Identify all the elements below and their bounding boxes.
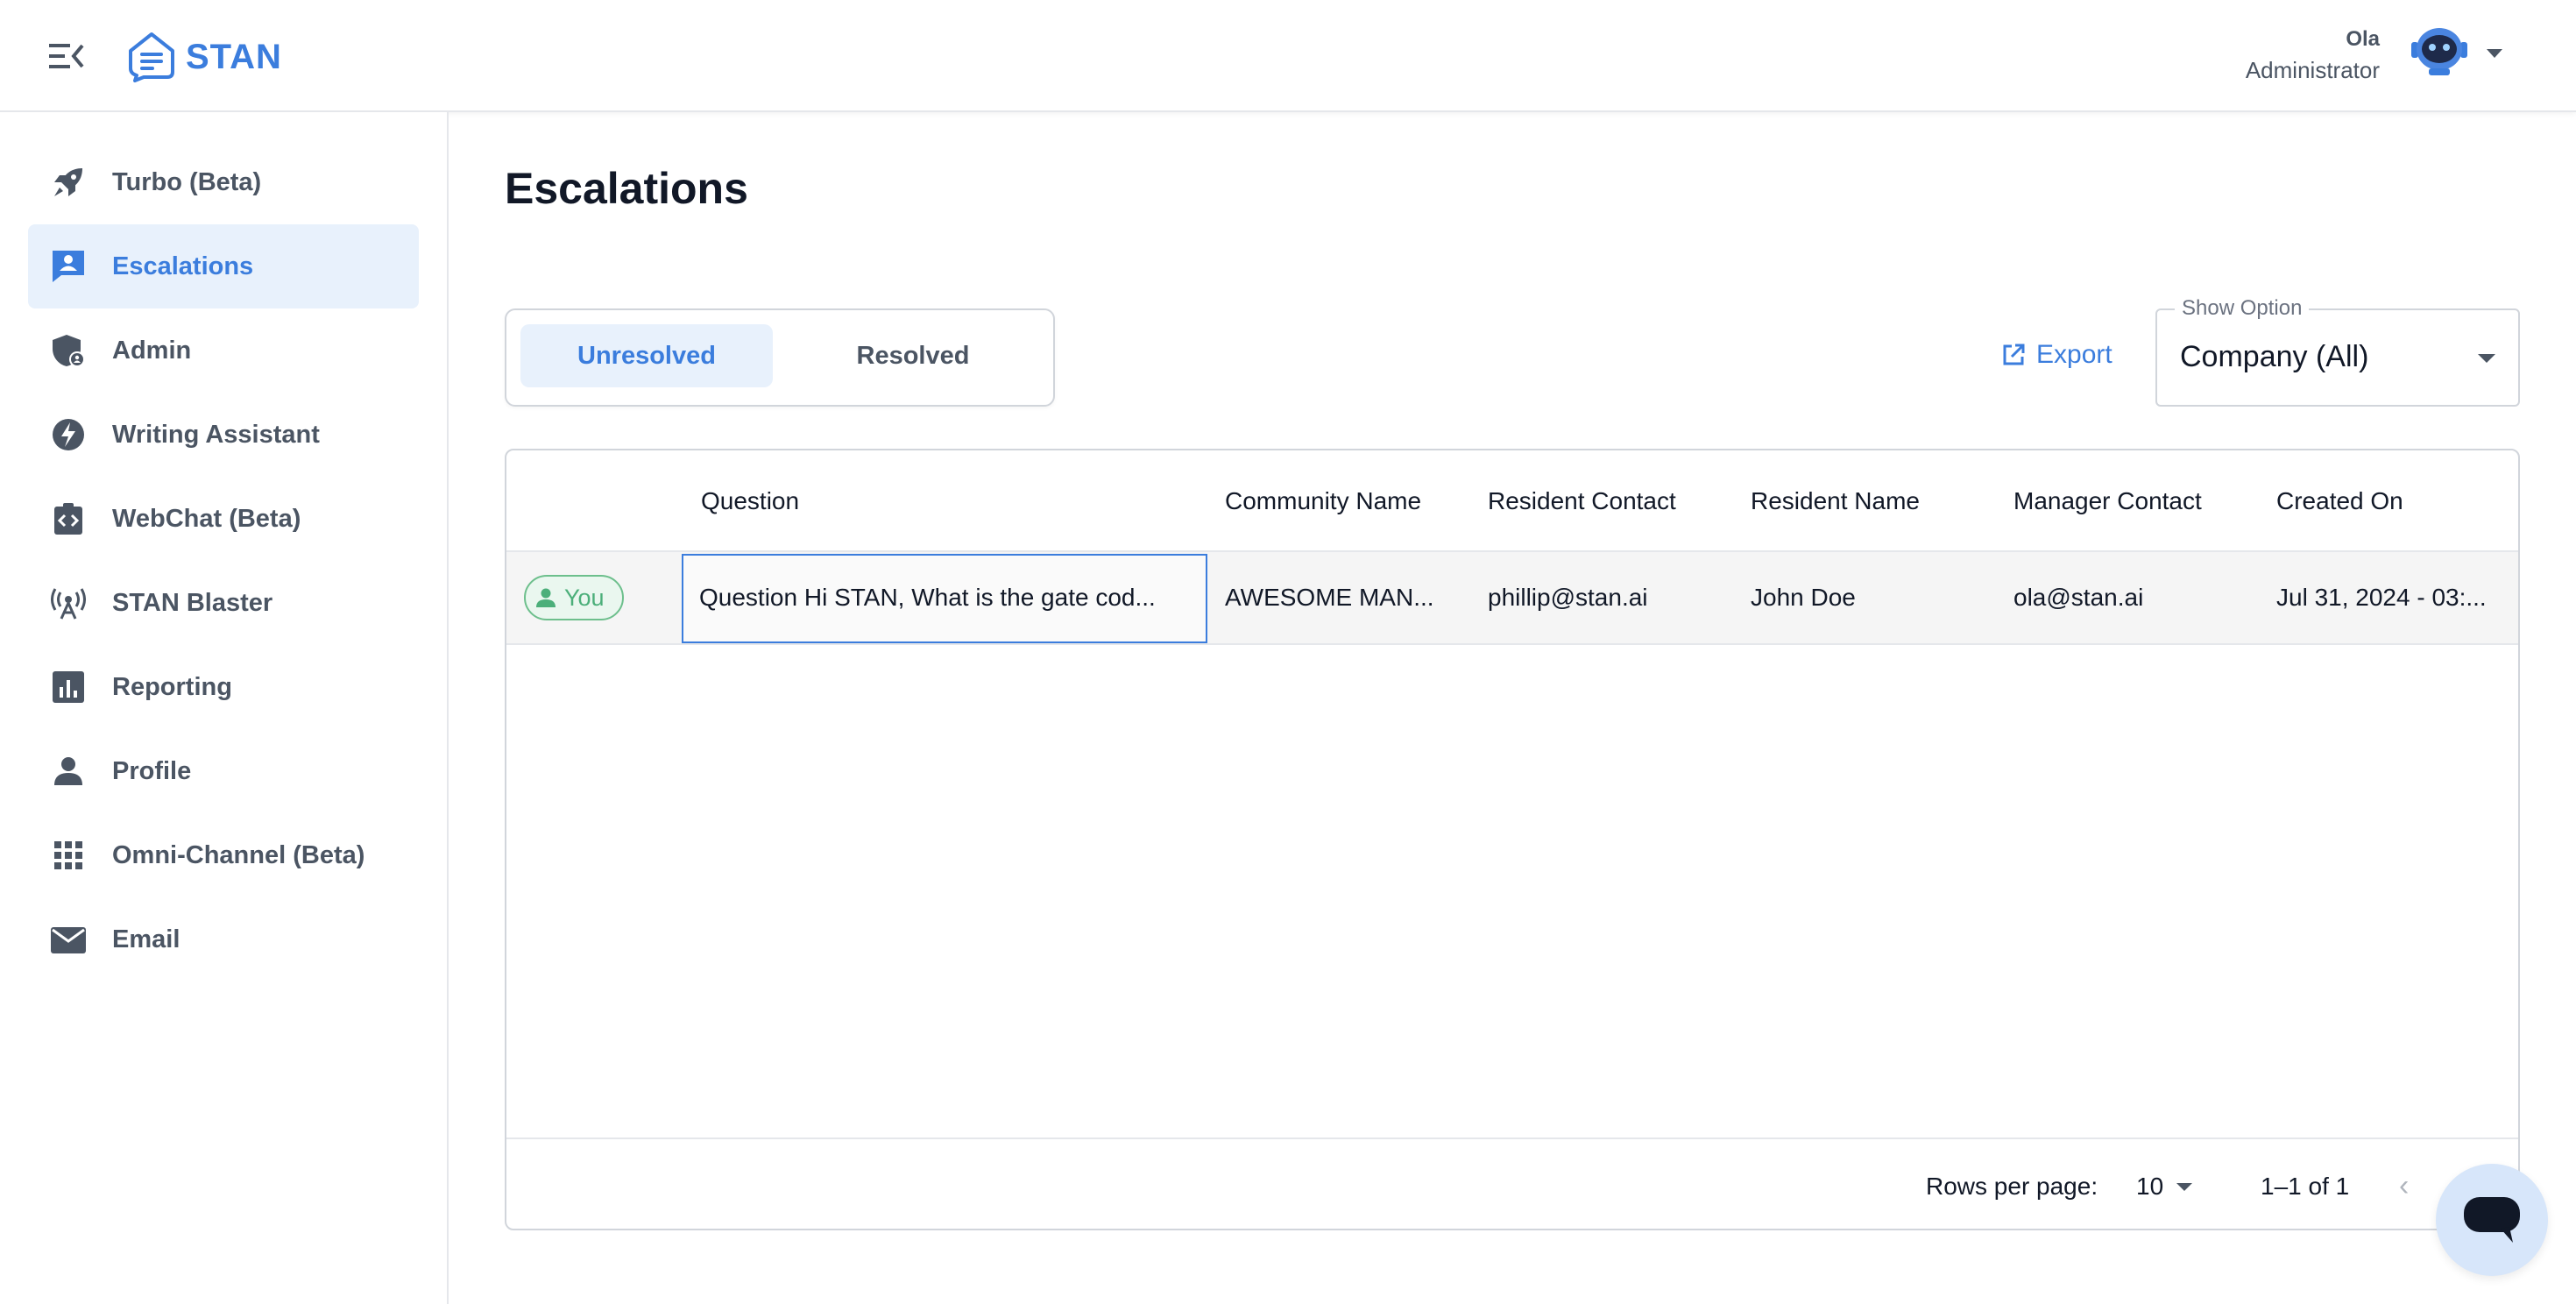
- user-role: Administrator: [2245, 57, 2380, 83]
- top-header: STAN Ola Administrator: [0, 0, 2576, 112]
- column-header-created-on[interactable]: Created On: [2276, 487, 2403, 515]
- sidebar-item-webchat[interactable]: WebChat (Beta): [28, 477, 419, 561]
- rocket-icon: [51, 165, 86, 200]
- chat-bubble-icon: [2464, 1197, 2520, 1243]
- pagination-range: 1–1 of 1: [2261, 1173, 2350, 1200]
- sidebar-item-escalations[interactable]: Escalations: [28, 224, 419, 308]
- sidebar-item-omni-channel[interactable]: Omni-Channel (Beta): [28, 813, 419, 897]
- cell-question[interactable]: Question Hi STAN, What is the gate cod..…: [682, 554, 1207, 643]
- grid-icon: [51, 838, 86, 873]
- chart-icon: [51, 670, 86, 705]
- person-icon: [51, 754, 86, 789]
- chat-launcher-button[interactable]: [2436, 1164, 2548, 1276]
- sidebar-item-stan-blaster[interactable]: STAN Blaster: [28, 561, 419, 645]
- user-name: Ola: [2346, 27, 2380, 51]
- select-legend: Show Option: [2175, 296, 2310, 321]
- table-pagination: Rows per page: 10 1–1 of 1 ‹: [506, 1137, 2518, 1229]
- person-icon: [536, 588, 556, 607]
- cell-community-name: AWESOME MAN...: [1225, 584, 1434, 611]
- cell-created-on: Jul 31, 2024 - 03:...: [2276, 584, 2487, 611]
- assignee-chip: You: [524, 575, 624, 620]
- assignee-chip-label: You: [564, 584, 605, 611]
- sidebar: Turbo (Beta) Escalations Admin Writing A…: [0, 112, 449, 1304]
- page-title: Escalations: [505, 164, 748, 213]
- status-tabs: Unresolved Resolved: [505, 308, 1055, 407]
- sidebar-item-label: WebChat (Beta): [112, 504, 301, 533]
- chevron-down-icon: [2478, 354, 2495, 363]
- sidebar-item-label: Writing Assistant: [112, 420, 320, 449]
- column-header-community-name[interactable]: Community Name: [1225, 487, 1421, 515]
- user-menu-caret-icon[interactable]: [2487, 49, 2502, 58]
- previous-page-icon[interactable]: ‹: [2399, 1169, 2409, 1203]
- cell-manager-contact: ola@stan.ai: [2013, 584, 2144, 611]
- chevron-down-icon[interactable]: [2176, 1183, 2192, 1191]
- sidebar-item-label: Escalations: [112, 252, 254, 280]
- sidebar-item-admin[interactable]: Admin: [28, 308, 419, 393]
- export-label: Export: [2036, 340, 2112, 369]
- sidebar-item-profile[interactable]: Profile: [28, 729, 419, 813]
- column-header-question[interactable]: Question: [701, 487, 799, 515]
- sidebar-item-turbo[interactable]: Turbo (Beta): [28, 140, 419, 224]
- select-value: Company (All): [2180, 340, 2369, 373]
- lightning-icon: [51, 417, 86, 452]
- table-header: Question Community Name Resident Contact…: [506, 450, 2518, 552]
- column-header-resident-contact[interactable]: Resident Contact: [1488, 487, 1676, 515]
- sidebar-item-label: Turbo (Beta): [112, 167, 262, 196]
- code-clipboard-icon: [51, 501, 86, 536]
- mail-icon: [51, 922, 86, 957]
- brand-name: STAN: [186, 37, 282, 76]
- column-header-manager-contact[interactable]: Manager Contact: [2013, 487, 2202, 515]
- sidebar-item-reporting[interactable]: Reporting: [28, 645, 419, 729]
- sidebar-item-label: Omni-Channel (Beta): [112, 840, 365, 869]
- sidebar-item-label: STAN Blaster: [112, 588, 273, 617]
- robot-avatar[interactable]: [2408, 23, 2471, 79]
- column-header-resident-name[interactable]: Resident Name: [1751, 487, 1920, 515]
- cell-resident-contact: phillip@stan.ai: [1488, 584, 1648, 611]
- rows-per-page-label: Rows per page:: [1926, 1173, 2098, 1200]
- cell-resident-name: John Doe: [1751, 584, 1856, 611]
- broadcast-icon: [51, 585, 86, 620]
- stan-logo[interactable]: STAN: [126, 32, 282, 82]
- tab-unresolved[interactable]: Unresolved: [520, 324, 773, 387]
- user-info[interactable]: Ola Administrator: [2246, 25, 2380, 86]
- sidebar-item-email[interactable]: Email: [28, 897, 419, 982]
- rows-per-page-select[interactable]: 10: [2136, 1173, 2163, 1201]
- admin-shield-icon: [51, 333, 86, 368]
- sidebar-item-writing-assistant[interactable]: Writing Assistant: [28, 393, 419, 477]
- menu-collapse-icon[interactable]: [49, 40, 91, 72]
- stan-logo-icon: [129, 32, 174, 82]
- escalations-table: Question Community Name Resident Contact…: [505, 449, 2520, 1230]
- sidebar-item-label: Admin: [112, 336, 192, 365]
- tab-resolved[interactable]: Resolved: [787, 324, 1039, 387]
- sidebar-item-label: Profile: [112, 756, 192, 785]
- show-option-select[interactable]: Show Option Company (All): [2155, 296, 2520, 407]
- export-button[interactable]: Export: [2001, 340, 2112, 370]
- table-row[interactable]: You Question Hi STAN, What is the gate c…: [506, 552, 2518, 645]
- sidebar-item-label: Email: [112, 925, 180, 953]
- escalation-icon: [51, 249, 86, 284]
- sidebar-item-label: Reporting: [112, 672, 232, 701]
- external-link-icon: [2003, 344, 2025, 365]
